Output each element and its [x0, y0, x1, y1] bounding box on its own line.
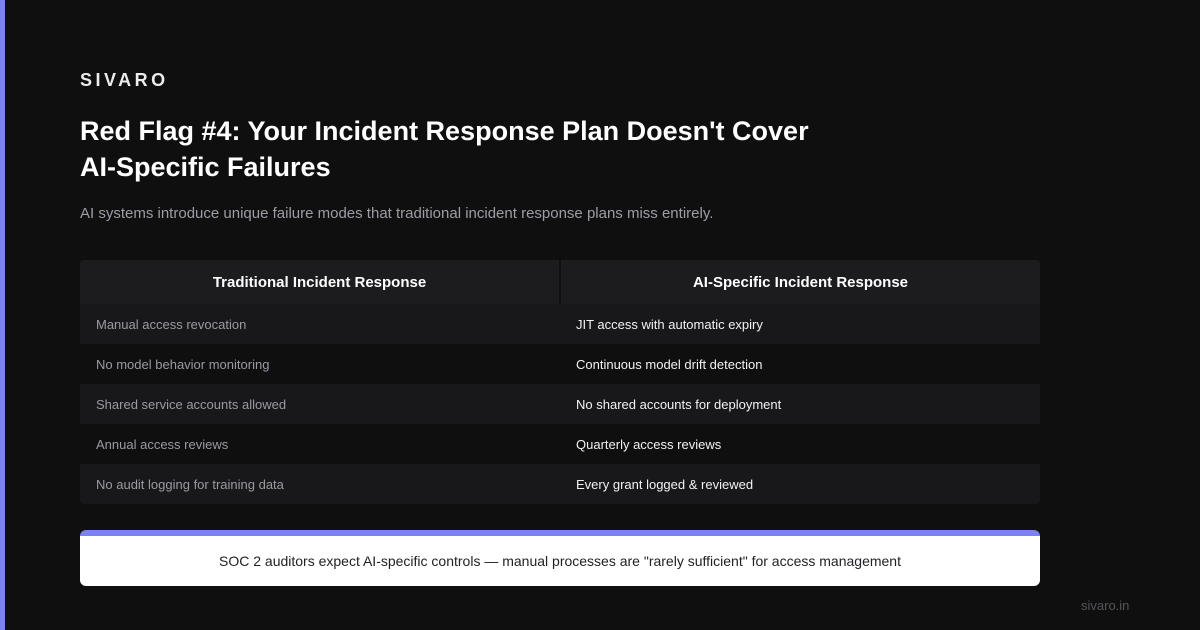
table-row: No audit logging for training data Every…: [80, 464, 1040, 504]
table-cell-ai-specific: Continuous model drift detection: [576, 356, 763, 372]
page-title: Red Flag #4: Your Incident Response Plan…: [80, 116, 809, 182]
table-cell-ai-specific: Every grant logged & reviewed: [576, 476, 754, 492]
left-accent-bar: [0, 0, 5, 630]
table-cell-traditional: Annual access reviews: [96, 436, 229, 452]
table-row: No model behavior monitoring Continuous …: [80, 344, 1040, 384]
column-header-traditional: Traditional Incident Response: [80, 260, 559, 304]
table-cell-traditional: No audit logging for training data: [96, 476, 284, 492]
table-body: Manual access revocation JIT access with…: [80, 304, 1040, 504]
footer-url: sivaro.in: [1081, 598, 1130, 613]
callout-banner: SOC 2 auditors expect AI-specific contro…: [80, 530, 1040, 586]
column-header-ai-specific: AI-Specific Incident Response: [561, 260, 1040, 304]
comparison-table: Traditional Incident Response AI-Specifi…: [80, 260, 1040, 504]
table-row: Shared service accounts allowed No share…: [80, 384, 1040, 424]
table-cell-ai-specific: JIT access with automatic expiry: [576, 316, 763, 332]
table-row: Annual access reviews Quarterly access r…: [80, 424, 1040, 464]
table-cell-traditional: Shared service accounts allowed: [96, 396, 287, 412]
callout-text: SOC 2 auditors expect AI-specific contro…: [219, 553, 901, 569]
table-header-row: Traditional Incident Response AI-Specifi…: [80, 260, 1040, 304]
table-cell-ai-specific: No shared accounts for deployment: [576, 396, 782, 412]
brand-logo-text: SIVARO: [80, 70, 169, 90]
table-cell-traditional: Manual access revocation: [96, 316, 247, 332]
table-row: Manual access revocation JIT access with…: [80, 304, 1040, 344]
table-cell-ai-specific: Quarterly access reviews: [576, 436, 722, 452]
table-cell-traditional: No model behavior monitoring: [96, 356, 270, 372]
page-subtitle: AI systems introduce unique failure mode…: [80, 205, 714, 222]
